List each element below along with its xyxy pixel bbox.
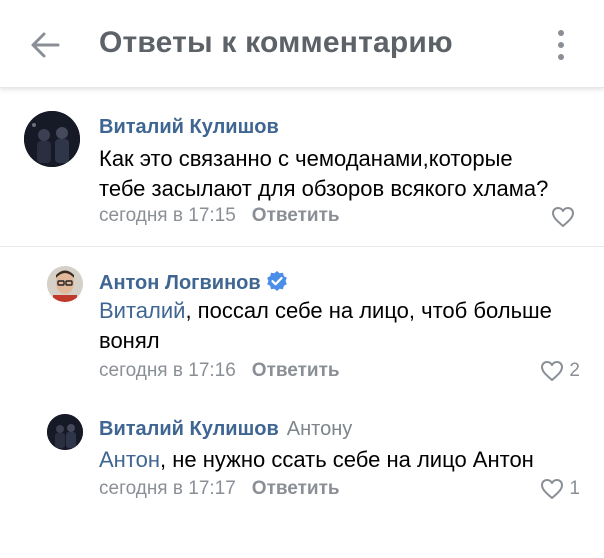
author-name[interactable]: Виталий Кулишов xyxy=(99,418,279,440)
reply-button[interactable]: Ответить xyxy=(252,478,340,499)
like-count: 1 xyxy=(569,478,580,499)
divider xyxy=(0,246,604,247)
comment-text: Как это связанно с чемоданами,которые те… xyxy=(99,146,549,201)
author-name[interactable]: Антон Логвинов xyxy=(99,272,261,294)
comment-meta: сегодня в 17:17 Ответить xyxy=(99,478,340,500)
comment-meta: сегодня в 17:16 Ответить xyxy=(99,360,340,382)
mention-link[interactable]: Виталий xyxy=(99,298,185,323)
author-name[interactable]: Виталий Кулишов xyxy=(99,116,279,138)
like-count: 2 xyxy=(569,360,580,381)
timestamp: сегодня в 17:16 xyxy=(99,360,236,381)
more-menu-button[interactable] xyxy=(548,26,574,64)
comment-text: Антон, не нужно ссать себе на лицо Антон xyxy=(99,447,534,472)
verified-icon xyxy=(266,271,287,291)
reply-button[interactable]: Ответить xyxy=(252,205,340,226)
top-bar: Ответы к комментарию xyxy=(0,0,604,88)
reply-to-label[interactable]: Антону xyxy=(287,418,353,440)
timestamp: сегодня в 17:17 xyxy=(99,478,236,499)
heart-icon xyxy=(541,479,564,499)
arrow-left-icon xyxy=(31,32,60,58)
avatar[interactable] xyxy=(47,414,83,450)
page-title: Ответы к комментарию xyxy=(99,26,453,59)
avatar[interactable] xyxy=(47,266,83,302)
more-vertical-icon xyxy=(558,30,564,36)
like-button[interactable]: 1 xyxy=(540,476,580,502)
heart-icon xyxy=(552,207,574,227)
like-button[interactable]: 2 xyxy=(540,358,580,384)
like-button[interactable] xyxy=(551,204,580,230)
reply-button[interactable]: Ответить xyxy=(252,360,340,381)
heart-icon xyxy=(541,361,564,381)
comment-text: Виталий, поссал себе на лицо, чтоб больш… xyxy=(99,298,552,353)
avatar[interactable] xyxy=(24,111,80,167)
comment-meta: сегодня в 17:15 Ответить xyxy=(99,205,340,227)
back-button[interactable] xyxy=(24,28,64,62)
timestamp: сегодня в 17:15 xyxy=(99,205,236,226)
mention-link[interactable]: Антон xyxy=(99,447,160,472)
